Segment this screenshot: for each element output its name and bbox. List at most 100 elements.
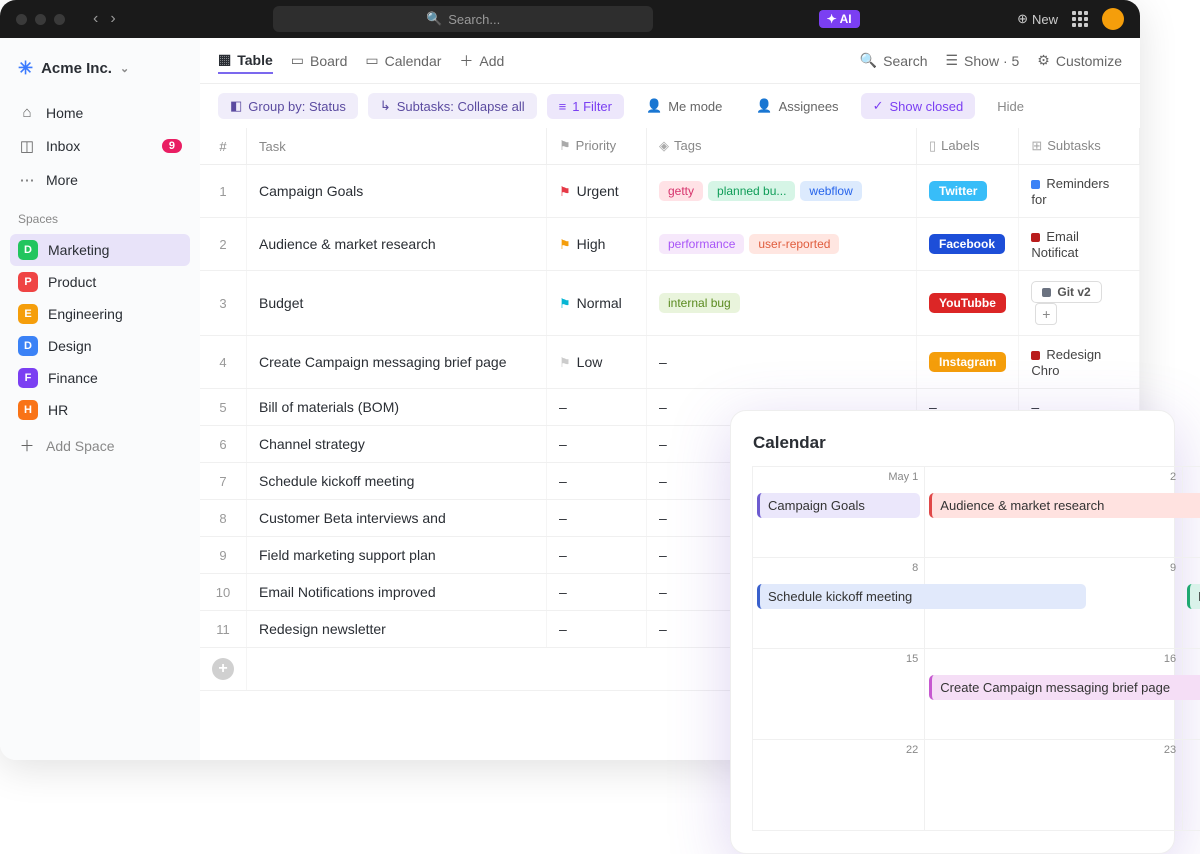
nav-inbox[interactable]: ◫ Inbox 9 bbox=[10, 130, 190, 162]
task-name: Redesign newsletter bbox=[247, 611, 547, 648]
ai-button[interactable]: ✦ AI bbox=[819, 10, 860, 28]
tag-chip[interactable]: planned bu... bbox=[708, 181, 795, 201]
calendar-cell[interactable]: May 1 Campaign Goals bbox=[752, 466, 925, 558]
view-tab-board[interactable]: ▭ Board bbox=[291, 48, 348, 73]
space-icon: D bbox=[18, 336, 38, 356]
traffic-close[interactable] bbox=[16, 14, 27, 25]
view-tab-table[interactable]: ▦ Table bbox=[218, 47, 273, 74]
calendar-event[interactable]: Campaign Goals bbox=[757, 493, 920, 518]
sidebar: ✳ Acme Inc. ⌄ ⌂ Home ◫ Inbox 9 ⋯ More Sp… bbox=[0, 38, 200, 760]
calendar-cell[interactable]: 22 bbox=[752, 739, 925, 831]
subtask-chip[interactable]: Redesign Chro bbox=[1031, 347, 1101, 378]
col-labels[interactable]: ▯Labels bbox=[917, 128, 1019, 165]
subtask-chip[interactable]: Reminders for bbox=[1031, 176, 1109, 207]
table-row[interactable]: 3Budget⚑Normalinternal bugYouTubbeGit v2… bbox=[200, 271, 1140, 336]
calendar-date: 9 bbox=[1170, 562, 1176, 574]
calendar-event[interactable]: Schedule kickoff meeting bbox=[757, 584, 1086, 609]
task-name: Budget bbox=[247, 271, 547, 336]
group-by-pill[interactable]: ◧ Group by: Status bbox=[218, 93, 358, 119]
view-add-button[interactable]: ＋ Add bbox=[459, 47, 504, 75]
plus-icon: ＋ bbox=[18, 435, 36, 456]
calendar-cell[interactable]: 2Audience & market research bbox=[924, 466, 1183, 558]
calendar-cell[interactable]: 10Field marketing support bbox=[1182, 557, 1200, 649]
more-icon: ⋯ bbox=[18, 171, 36, 189]
col-num[interactable]: # bbox=[200, 128, 247, 165]
tag-chip[interactable]: user-reported bbox=[749, 234, 839, 254]
subtask-chip[interactable]: Email Notificat bbox=[1031, 229, 1079, 260]
calendar-cell[interactable]: 15 bbox=[752, 648, 925, 740]
workspace-switcher[interactable]: ✳ Acme Inc. ⌄ bbox=[10, 52, 190, 85]
tag-chip[interactable]: getty bbox=[659, 181, 703, 201]
subtask-chip[interactable]: Git v2 bbox=[1031, 281, 1101, 303]
calendar-cell[interactable]: 23 bbox=[924, 739, 1183, 831]
calendar-event[interactable]: Create Campaign messaging brief page bbox=[929, 675, 1200, 700]
label-chip[interactable]: Facebook bbox=[929, 234, 1005, 254]
calendar-date: May 1 bbox=[888, 471, 918, 483]
tag-chip[interactable]: webflow bbox=[800, 181, 861, 201]
task-name: Create Campaign messaging brief page bbox=[247, 336, 547, 389]
space-item-finance[interactable]: FFinance bbox=[10, 362, 190, 394]
space-item-engineering[interactable]: EEngineering bbox=[10, 298, 190, 330]
task-name: Bill of materials (BOM) bbox=[247, 389, 547, 426]
space-icon: F bbox=[18, 368, 38, 388]
table-row[interactable]: 1Campaign Goals⚑Urgentgettyplanned bu...… bbox=[200, 165, 1140, 218]
hide-button[interactable]: Hide bbox=[985, 94, 1036, 119]
space-item-marketing[interactable]: DMarketing bbox=[10, 234, 190, 266]
col-tags[interactable]: ◈Tags bbox=[647, 128, 917, 165]
view-search-button[interactable]: 🔍 Search bbox=[860, 48, 928, 73]
spaces-section-title: Spaces bbox=[10, 198, 190, 232]
calendar-cell[interactable]: 16Create Campaign messaging brief page bbox=[924, 648, 1183, 740]
nav-forward-icon[interactable]: › bbox=[110, 10, 115, 28]
me-mode-pill[interactable]: 👤 Me mode bbox=[634, 93, 734, 119]
col-task[interactable]: Task bbox=[247, 128, 547, 165]
label-chip[interactable]: YouTubbe bbox=[929, 293, 1006, 313]
space-icon: P bbox=[18, 272, 38, 292]
filter-pill[interactable]: ≡ 1 Filter bbox=[547, 94, 624, 119]
assignees-pill[interactable]: 👤 Assignees bbox=[744, 93, 850, 119]
task-name: Customer Beta interviews and bbox=[247, 500, 547, 537]
space-icon: D bbox=[18, 240, 38, 260]
calendar-event[interactable]: Field marketing support bbox=[1187, 584, 1200, 609]
subtasks-pill[interactable]: ↳ Subtasks: Collapse all bbox=[368, 93, 537, 119]
view-customize-button[interactable]: ⚙ Customize bbox=[1037, 48, 1122, 73]
workspace-logo-icon: ✳ bbox=[18, 58, 33, 79]
search-placeholder: Search... bbox=[448, 12, 500, 27]
calendar-cell[interactable]: 24 bbox=[1182, 739, 1200, 831]
view-tab-calendar[interactable]: ▭ Calendar bbox=[365, 48, 441, 73]
new-button[interactable]: ⊕ New bbox=[1017, 11, 1058, 27]
label-chip[interactable]: Instagram bbox=[929, 352, 1006, 372]
space-item-design[interactable]: DDesign bbox=[10, 330, 190, 362]
user-avatar[interactable] bbox=[1102, 8, 1124, 30]
space-item-product[interactable]: PProduct bbox=[10, 266, 190, 298]
tag-chip[interactable]: performance bbox=[659, 234, 744, 254]
tag-chip[interactable]: internal bug bbox=[659, 293, 740, 313]
table-row[interactable]: 2Audience & market research⚑Highperforma… bbox=[200, 218, 1140, 271]
add-subtask-button[interactable]: + bbox=[1035, 303, 1057, 325]
filter-bar: ◧ Group by: Status ↳ Subtasks: Collapse … bbox=[200, 84, 1140, 128]
nav-back-icon[interactable]: ‹ bbox=[93, 10, 98, 28]
show-closed-pill[interactable]: ✓ Show closed bbox=[861, 93, 976, 119]
add-space-button[interactable]: ＋ Add Space bbox=[10, 428, 190, 463]
nav-more[interactable]: ⋯ More bbox=[10, 164, 190, 196]
calendar-date: 23 bbox=[1164, 744, 1176, 756]
task-name: Channel strategy bbox=[247, 426, 547, 463]
task-name: Field marketing support plan bbox=[247, 537, 547, 574]
col-priority[interactable]: ⚑Priority bbox=[547, 128, 647, 165]
calendar-date: 15 bbox=[906, 653, 918, 665]
calendar-cell[interactable]: 8Schedule kickoff meeting bbox=[752, 557, 925, 649]
inbox-icon: ◫ bbox=[18, 137, 36, 155]
space-item-hr[interactable]: HHR bbox=[10, 394, 190, 426]
label-chip[interactable]: Twitter bbox=[929, 181, 987, 201]
nav-home[interactable]: ⌂ Home bbox=[10, 97, 190, 128]
calendar-date: 22 bbox=[906, 744, 918, 756]
add-row-button[interactable]: + bbox=[200, 648, 247, 691]
view-show-button[interactable]: ☰ Show · 5 bbox=[945, 48, 1019, 73]
traffic-min[interactable] bbox=[35, 14, 46, 25]
traffic-max[interactable] bbox=[54, 14, 65, 25]
global-search[interactable]: 🔍 Search... bbox=[273, 6, 653, 32]
calendar-event[interactable]: Audience & market research bbox=[929, 493, 1200, 518]
apps-icon[interactable] bbox=[1072, 11, 1088, 27]
table-row[interactable]: 4Create Campaign messaging brief page⚑Lo… bbox=[200, 336, 1140, 389]
home-icon: ⌂ bbox=[18, 104, 36, 121]
col-subtasks[interactable]: ⊞Subtasks bbox=[1019, 128, 1140, 165]
